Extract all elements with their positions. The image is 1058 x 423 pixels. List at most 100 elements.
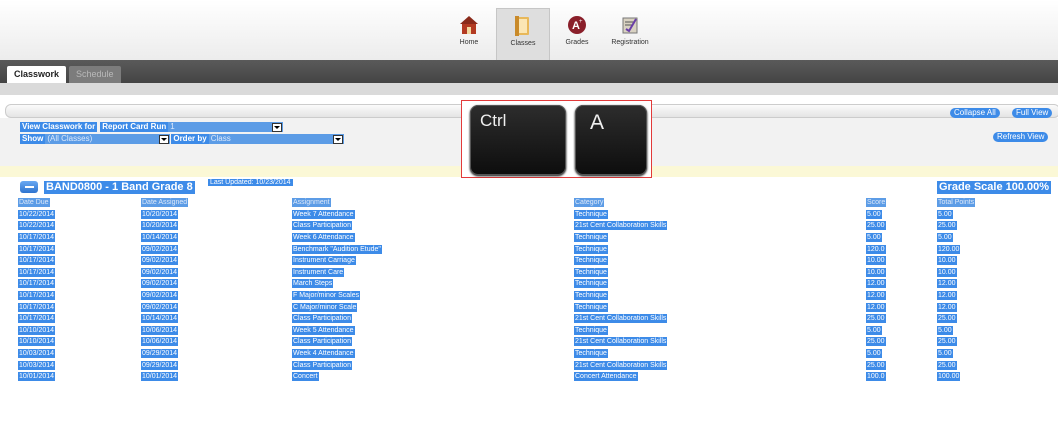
cell-value: 12.00 [937,279,957,289]
assignment-link[interactable]: Week 4 Attendance [292,349,355,359]
table-row: 10/17/2014 09/02/2014 C Major/minor Scale T… [18,301,1037,313]
cell-value: 10/22/2014 [18,221,56,231]
collapse-class-button[interactable] [20,181,38,193]
cell-assignment[interactable]: F Major/minor Scales [292,290,574,302]
cell-assignment[interactable]: Class Participation [292,359,574,371]
refresh-view-button[interactable]: Refresh View [993,132,1049,142]
assignment-link[interactable]: F Major/minor Scales [292,291,361,301]
cell-total-points: 25.00 [937,336,1037,348]
assignment-link[interactable]: Class Participation [292,314,352,324]
main-nav: Home Classes A + Grades Registration [443,8,657,61]
assignment-link[interactable]: Week 7 Attendance [292,209,355,219]
cell-total-points: 25.00 [937,359,1037,371]
cell-value: 09/02/2014 [141,279,179,289]
cell-assignment[interactable]: Week 7 Attendance [292,209,574,221]
nav-home-label: Home [459,39,479,46]
cell-score: 25.00 [866,359,937,371]
cell-value: 10/17/2014 [18,279,56,289]
cell-assignment[interactable]: Instrument Carriage [292,255,574,267]
show-select[interactable]: (All Classes) [45,134,171,144]
cell-assignment[interactable]: Class Participation [292,336,574,348]
cell-value: 21st Cent Collaboration Skills [574,360,668,370]
column-header-label: Score [866,198,887,208]
cell-assignment[interactable]: March Steps [292,278,574,290]
class-title[interactable]: BAND0800 - 1 Band Grade 8 [44,181,195,194]
cell-value: 10/10/2014 [18,337,56,347]
order-by-value: Class [208,134,233,144]
column-header-total-points[interactable]: Total Points [937,197,1037,209]
cell-total-points: 10.00 [937,255,1037,267]
order-by-select[interactable]: Class [208,134,344,144]
cell-value: 10.00 [937,267,957,277]
nav-grades[interactable]: A + Grades [551,8,603,60]
cell-date-due: 10/17/2014 [18,278,141,290]
cell-score: 25.00 [866,313,937,325]
cell-total-points: 120.00 [937,243,1037,255]
assignment-link[interactable]: Instrument Care [292,267,345,277]
cell-category: Technique [574,325,866,337]
cell-date-due: 10/10/2014 [18,336,141,348]
cell-assignment[interactable]: Instrument Care [292,267,574,279]
nav-home[interactable]: Home [443,8,495,60]
cell-assignment[interactable]: Concert [292,371,574,383]
full-view-button[interactable]: Full View [1012,108,1053,118]
cell-score: 10.00 [866,255,937,267]
table-row: 10/03/2014 09/29/2014 Week 4 Attendance Tec… [18,348,1037,360]
report-card-run-select[interactable]: 1 [168,122,284,132]
cell-assignment[interactable]: Week 6 Attendance [292,232,574,244]
column-header-assignment[interactable]: Assignment [292,197,574,209]
a-key-label: A [590,111,605,134]
nav-registration[interactable]: Registration [604,8,656,60]
assignment-link[interactable]: Benchmark "Audition Etude" [292,244,382,254]
cell-value: 10/14/2014 [141,314,179,324]
cell-assignment[interactable]: Week 4 Attendance [292,348,574,360]
cell-score: 100.0 [866,371,937,383]
cell-total-points: 25.00 [937,313,1037,325]
tab-classwork[interactable]: Classwork [7,66,67,83]
tab-strip: Classwork Schedule [0,60,1058,83]
nav-classes-label: Classes [510,40,536,47]
cell-assignment[interactable]: Week 5 Attendance [292,325,574,337]
assignment-link[interactable]: Week 5 Attendance [292,325,355,335]
cell-total-points: 10.00 [937,267,1037,279]
cell-date-due: 10/17/2014 [18,313,141,325]
cell-assignment[interactable]: Class Participation [292,220,574,232]
cell-score: 5.00 [866,232,937,244]
table-row: 10/17/2014 09/02/2014 Instrument Carriage T… [18,255,1037,267]
classes-icon [512,15,534,37]
collapse-all-button[interactable]: Collapse All [950,108,1000,118]
assignment-link[interactable]: Class Participation [292,360,352,370]
assignment-link[interactable]: March Steps [292,279,334,289]
cell-score: 12.00 [866,278,937,290]
view-classwork-label: View Classwork for [20,122,98,132]
chevron-down-icon [332,134,343,144]
column-header-category[interactable]: Category [574,197,866,209]
cell-value: 25.00 [937,337,957,347]
cell-value: 09/02/2014 [141,256,179,266]
assignment-link[interactable]: C Major/minor Scale [292,302,358,312]
tab-schedule[interactable]: Schedule [69,66,121,83]
cell-score: 12.00 [866,290,937,302]
cell-value: Technique [574,291,608,301]
assignment-link[interactable]: Class Participation [292,337,352,347]
assignment-link[interactable]: Week 6 Attendance [292,233,355,243]
cell-value: 21st Cent Collaboration Skills [574,314,668,324]
cell-category: Technique [574,243,866,255]
column-header-score[interactable]: Score [866,197,937,209]
cell-assignment[interactable]: Benchmark "Audition Etude" [292,243,574,255]
cell-category: Concert Attendance [574,371,866,383]
cell-assignment[interactable]: Class Participation [292,313,574,325]
cell-value: 25.00 [866,314,886,324]
assignment-link[interactable]: Concert [292,372,319,382]
cell-value: 12.00 [866,291,886,301]
assignment-link[interactable]: Instrument Carriage [292,256,356,266]
nav-classes[interactable]: Classes [496,8,550,61]
column-header-date-due[interactable]: Date Due [18,197,141,209]
cell-value: 100.00 [937,372,961,382]
assignment-link[interactable]: Class Participation [292,221,352,231]
classwork-table: Date Due Date Assigned Assignment Category S… [18,197,1037,383]
cell-value: 25.00 [866,360,886,370]
column-header-date-assigned[interactable]: Date Assigned [141,197,292,209]
cell-date-assigned: 09/02/2014 [141,278,292,290]
cell-assignment[interactable]: C Major/minor Scale [292,301,574,313]
